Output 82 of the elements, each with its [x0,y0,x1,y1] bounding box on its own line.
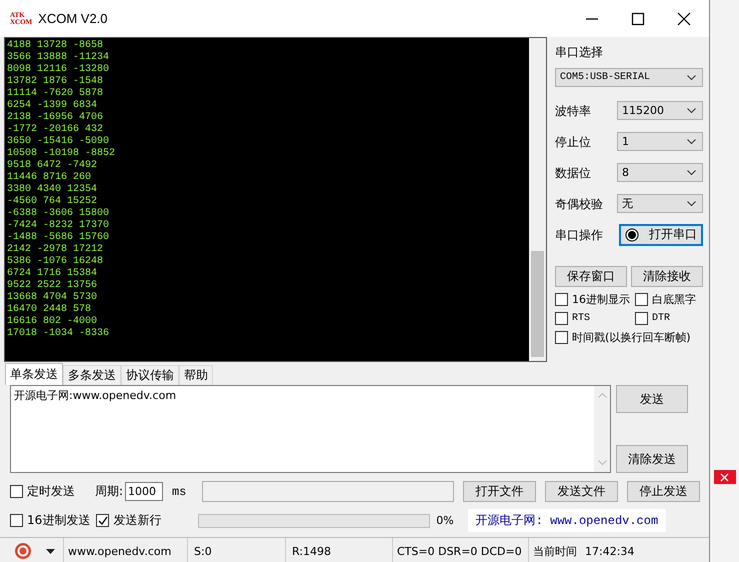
website-link[interactable]: 开源电子网: www.openedv.com [468,509,666,532]
data-line: 8098 12116 -13280 [7,64,110,76]
save-window-button[interactable]: 保存窗口 [555,266,627,287]
chevron-icon [687,74,696,80]
unit-label: ms [172,484,186,498]
power-icon[interactable] [14,542,32,560]
time-label: 当前时间 [533,544,577,558]
data-line: -1488 -5686 15760 [7,232,110,244]
data-line: 16470 2448 578 [7,304,92,316]
setting-label: 停止位 [555,134,591,150]
setting-dropdown[interactable]: 无 [617,194,703,213]
data-line: 11446 8716 260 [7,172,92,184]
data-line: 9522 2522 13756 [7,280,98,292]
data-line: 3650 -15416 -5090 [7,136,110,148]
data-line: 6724 1716 15384 [7,268,98,280]
open-file-button[interactable]: 打开文件 [463,481,536,502]
data-line: 16616 802 -4000 [7,316,98,328]
received-count: R:1498 [292,544,332,558]
setting-label: 波特率 [555,102,591,120]
setting-label: 奇偶校验 [555,196,603,212]
send-tab[interactable]: 单条发送 [5,363,63,385]
data-line: -4560 764 15252 [7,196,98,208]
data-line: 5386 -1076 16248 [7,256,104,268]
radio-icon [625,228,639,242]
period-field[interactable]: 1000 [124,482,163,501]
maximize-icon[interactable] [631,12,645,26]
send-tab[interactable]: 帮助 [179,365,213,385]
sent-count: S:0 [194,544,212,558]
data-line: -1772 -20166 432 [7,124,104,136]
checkmark-icon [98,516,108,526]
send-button[interactable]: 发送 [616,385,688,413]
scrollbar[interactable] [529,38,546,361]
open-port-button[interactable]: 打开串口 [619,224,703,246]
line-status: CTS=0 DSR=0 DCD=0 [397,544,522,558]
hex-send-checkbox[interactable]: 16进制发送 [10,512,90,529]
port-label: 串口选择 [555,44,604,61]
close-icon[interactable] [677,12,691,26]
setting-dropdown[interactable]: 8 [617,163,703,182]
operation-label: 串口操作 [555,226,603,244]
close-icon [714,470,736,484]
status-site: www.openedv.com [68,544,172,558]
data-line: 17018 -1034 -8336 [7,328,110,340]
timed-send-checkbox[interactable]: 定时发送 [10,483,95,500]
chevron-icon [687,170,696,176]
checkbox-option[interactable]: RTS [555,312,635,325]
setting-label: 数据位 [555,164,591,182]
data-line: 2142 -2978 17212 [7,244,104,256]
clear-receive-button[interactable]: 清除接收 [631,266,703,287]
checkbox-option[interactable]: 白底黑字 [635,292,703,307]
send-tab[interactable]: 多条发送 [63,365,121,385]
data-line: -6388 -3606 15800 [7,208,110,220]
dropdown-arrow-icon[interactable] [46,548,55,554]
checkbox-option[interactable]: DTR [635,312,703,325]
period-label: 周期: [94,483,123,500]
current-time: 17:42:34 [585,544,634,558]
data-line: 13668 4704 5730 [7,292,98,304]
chevron-icon [687,108,696,114]
window-title: XCOM V2.0 [38,11,108,26]
new-line-checkbox[interactable]: 发送新行 [96,512,198,529]
clear-send-button[interactable]: 清除发送 [616,445,688,473]
chevron-icon [687,138,696,144]
data-line: 10508 -10198 -8852 [7,148,116,160]
port-dropdown[interactable]: COM5:USB-SERIAL [555,68,703,87]
send-file-button[interactable]: 发送文件 [545,481,618,502]
file-path-field[interactable] [202,481,454,502]
chevron-icon [687,200,696,206]
data-line: 9518 6472 -7492 [7,160,98,172]
data-line: 11114 -7620 5878 [7,88,104,100]
data-line: 2138 -16956 4706 [7,112,104,124]
data-line: -7424 -8232 17370 [7,220,110,232]
data-line: 3380 4340 12354 [7,184,98,196]
data-line: 13782 1876 -1548 [7,76,104,88]
send-tab[interactable]: 协议传输 [121,365,179,385]
checkbox-option[interactable]: 时间戳(以换行回车断帧) [555,330,703,345]
data-line: 4188 13728 -8658 [7,40,104,52]
progress-percent: 0% [436,514,454,527]
data-line: 6254 -1399 6834 [7,100,98,112]
data-line: 3566 13888 -11234 [7,52,110,64]
stop-send-button[interactable]: 停止发送 [627,481,700,502]
setting-dropdown[interactable]: 1 [617,132,703,151]
checkbox-option[interactable]: 16进制显示 [555,292,635,307]
setting-dropdown[interactable]: 115200 [617,101,703,120]
